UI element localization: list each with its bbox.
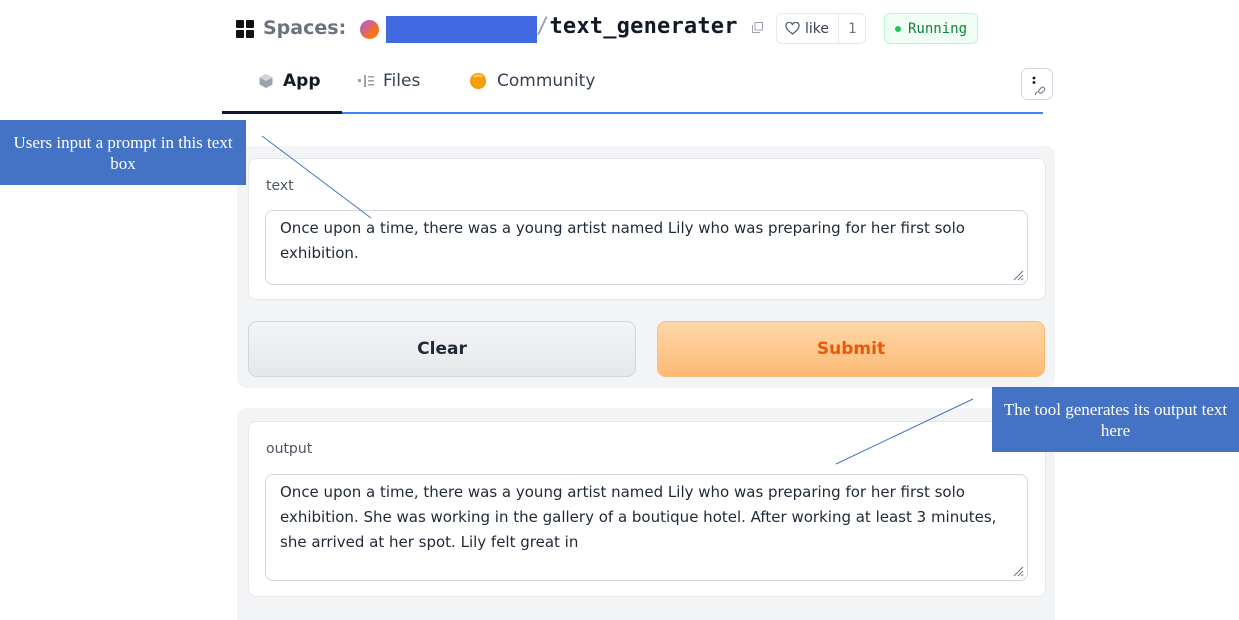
status-text: Running — [908, 20, 968, 37]
output-field-label: output — [266, 441, 313, 457]
spaces-label[interactable]: Spaces: — [263, 17, 346, 39]
copy-icon[interactable] — [752, 22, 763, 33]
owner-name-redacted — [386, 16, 537, 43]
spaces-logo-icon[interactable] — [236, 20, 256, 40]
community-icon — [470, 73, 486, 89]
repo-title[interactable]: /text_generater — [536, 14, 738, 39]
like-group: like 1 — [776, 13, 867, 44]
text-input-value: Once upon a time, there was a young arti… — [280, 219, 965, 262]
tab-app[interactable]: App — [258, 62, 321, 100]
like-button[interactable]: like — [777, 14, 838, 43]
clear-button[interactable]: Clear — [248, 321, 636, 377]
output-value: Once upon a time, there was a young arti… — [280, 483, 997, 551]
tab-files[interactable]: Files — [358, 62, 420, 100]
output-textarea[interactable]: Once upon a time, there was a young arti… — [265, 474, 1028, 581]
tab-community[interactable]: Community — [468, 62, 595, 100]
cube-icon — [259, 74, 273, 88]
owner-avatar[interactable] — [360, 20, 379, 39]
heart-icon — [785, 22, 800, 35]
text-input-textarea[interactable]: Once upon a time, there was a young arti… — [265, 210, 1028, 285]
tab-community-label: Community — [497, 71, 596, 91]
resize-handle-icon[interactable] — [1013, 566, 1024, 577]
like-count[interactable]: 1 — [838, 14, 865, 43]
more-link-icon — [1032, 76, 1046, 95]
annotation-output-callout: The tool generates its output text here — [992, 387, 1239, 452]
tabs-divider — [222, 112, 1043, 114]
tab-active-indicator — [222, 111, 342, 114]
status-badge[interactable]: Running — [884, 13, 979, 44]
submit-button[interactable]: Submit — [657, 321, 1045, 377]
like-label: like — [805, 20, 830, 37]
tab-app-label: App — [283, 71, 321, 91]
annotation-input-callout: Users input a prompt in this text box — [0, 120, 246, 185]
text-field-label: text — [266, 178, 294, 194]
files-icon — [358, 75, 374, 87]
repo-slash: / — [536, 14, 550, 39]
resize-handle-icon[interactable] — [1013, 270, 1024, 281]
status-dot-icon — [895, 25, 901, 32]
tab-files-label: Files — [383, 71, 421, 91]
more-options-button[interactable] — [1021, 68, 1053, 100]
repo-name: text_generater — [549, 14, 738, 39]
